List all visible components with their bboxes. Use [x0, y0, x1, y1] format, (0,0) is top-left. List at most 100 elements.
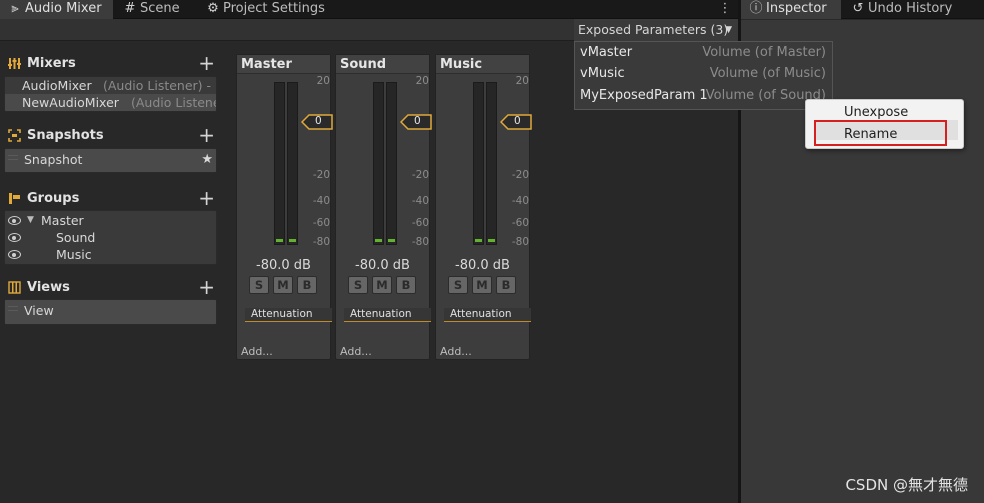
add-view-button[interactable]: + [198, 275, 215, 299]
tab-label: Scene [140, 1, 180, 16]
star-icon[interactable]: ★ [201, 149, 213, 170]
sliders-icon: ⫸ [11, 1, 19, 16]
param-target: Volume (of Music) [709, 66, 826, 81]
mute-button[interactable]: M [372, 276, 392, 294]
tab-label: Undo History [868, 1, 953, 16]
mixer-name: NewAudioMixer [22, 95, 119, 110]
add-snapshot-button[interactable]: + [198, 123, 215, 147]
views-header: Views + [0, 275, 217, 299]
add-group-button[interactable]: + [198, 186, 215, 210]
drag-handle-icon[interactable] [8, 155, 18, 160]
view-item[interactable]: View [5, 300, 216, 324]
level-meter-left [274, 82, 285, 245]
context-menu: Unexpose Rename [805, 99, 964, 149]
smb-buttons: S M B [348, 276, 420, 294]
bypass-button[interactable]: B [496, 276, 516, 294]
meter-scale: 20 -20 -40 -60 -80 [303, 75, 330, 250]
more-options-icon[interactable]: ⋮ [718, 0, 732, 19]
meter-level [375, 239, 382, 242]
exposed-parameters-label: Exposed Parameters (3) [578, 22, 729, 37]
tab-inspector[interactable]: ⓘ Inspector [741, 0, 841, 19]
tab-scene[interactable]: # Scene [115, 0, 188, 19]
bypass-button[interactable]: B [396, 276, 416, 294]
level-meter-right [287, 82, 298, 245]
meter-level [289, 239, 296, 242]
tab-label: Inspector [766, 1, 827, 16]
add-effect-button[interactable]: Add... [440, 345, 472, 358]
mixers-list: AudioMixer (Audio Listener) - I NewAudio… [4, 76, 217, 112]
smb-buttons: S M B [249, 276, 321, 294]
level-meter-left [373, 82, 384, 245]
snapshot-name: Snapshot [24, 152, 83, 167]
meter-level [388, 239, 395, 242]
add-mixer-button[interactable]: + [198, 51, 215, 75]
volume-fader-handle[interactable]: 0 [500, 114, 532, 130]
bypass-button[interactable]: B [297, 276, 317, 294]
tick-label: -60 [312, 217, 330, 229]
attenuation-effect[interactable]: Attenuation [444, 308, 531, 322]
caret-down-icon: ▼ [725, 25, 732, 35]
tick-label: -80 [312, 236, 330, 248]
tab-undo-history[interactable]: ↺ Undo History [843, 0, 960, 19]
mixers-header: Mixers + [0, 51, 217, 75]
camera-icon [8, 129, 21, 142]
exposed-parameters-button[interactable]: Exposed Parameters (3) ▼ [574, 19, 738, 41]
exposed-param-item[interactable]: MyExposedParam 1 Volume (of Sound) [575, 85, 832, 106]
drag-handle-icon[interactable] [8, 306, 18, 311]
group-item-sound[interactable]: Sound [5, 229, 216, 246]
right-tab-bar: ⓘ Inspector ↺ Undo History [741, 0, 984, 19]
group-name: Master [41, 213, 84, 228]
mixers-title: Mixers [27, 56, 76, 71]
visibility-eye-icon[interactable] [8, 250, 21, 259]
gear-icon: ⚙ [207, 1, 219, 16]
db-readout: -80.0 dB [256, 258, 311, 273]
strip-name: Music [436, 55, 529, 74]
left-tab-bar: ⫸ Audio Mixer # Scene ⚙ Project Settings ⋮ [0, 0, 738, 19]
group-item-music[interactable]: Music [5, 246, 216, 263]
strip-name: Sound [336, 55, 429, 74]
tick-label: -40 [312, 195, 330, 207]
attenuation-effect[interactable]: Attenuation [344, 308, 431, 322]
views-title: Views [27, 280, 70, 295]
solo-button[interactable]: S [448, 276, 468, 294]
snapshot-item[interactable]: Snapshot ★ [5, 149, 216, 172]
tab-audio-mixer[interactable]: ⫸ Audio Mixer [0, 0, 113, 19]
mixer-icon [8, 58, 21, 69]
tab-project-settings[interactable]: ⚙ Project Settings [198, 0, 333, 19]
views-list: View [4, 299, 217, 325]
group-item-master[interactable]: ▼ Master [5, 212, 216, 229]
group-name: Sound [56, 230, 96, 245]
add-effect-button[interactable]: Add... [340, 345, 372, 358]
mixer-item-selected[interactable]: NewAudioMixer (Audio Listene [5, 94, 216, 111]
view-name: View [24, 303, 54, 318]
volume-fader-handle[interactable]: 0 [400, 114, 432, 130]
hash-icon: # [124, 1, 136, 16]
tick-label: -40 [411, 195, 429, 207]
meter-level [475, 239, 482, 242]
strip-music: Music 20 -20 -40 -60 -80 0 -80.0 dB S M … [435, 54, 532, 360]
exposed-param-item[interactable]: vMaster Volume (of Master) [575, 42, 832, 63]
solo-button[interactable]: S [348, 276, 368, 294]
tick-label: -20 [511, 169, 529, 181]
groups-header: Groups + [0, 186, 217, 210]
snapshots-title: Snapshots [27, 128, 104, 143]
exposed-param-item[interactable]: vMusic Volume (of Music) [575, 63, 832, 84]
meter-level [276, 239, 283, 242]
mute-button[interactable]: M [472, 276, 492, 294]
fader-value: 0 [514, 115, 521, 127]
add-effect-button[interactable]: Add... [241, 345, 273, 358]
strip-sound: Sound 20 -20 -40 -60 -80 0 -80.0 dB S M … [335, 54, 432, 360]
level-meter-right [486, 82, 497, 245]
exposed-parameters-dropdown: vMaster Volume (of Master) vMusic Volume… [574, 41, 833, 110]
menu-item-unexpose[interactable]: Unexpose [844, 105, 908, 120]
visibility-eye-icon[interactable] [8, 233, 21, 242]
visibility-eye-icon[interactable] [8, 216, 21, 225]
volume-fader-handle[interactable]: 0 [301, 114, 333, 130]
attenuation-effect[interactable]: Attenuation [245, 308, 332, 322]
tick-label: -60 [511, 217, 529, 229]
triangle-down-icon[interactable]: ▼ [27, 212, 34, 229]
mixer-sub: (Audio Listene [131, 95, 217, 110]
mixer-item[interactable]: AudioMixer (Audio Listener) - I [5, 77, 216, 94]
solo-button[interactable]: S [249, 276, 269, 294]
mute-button[interactable]: M [273, 276, 293, 294]
